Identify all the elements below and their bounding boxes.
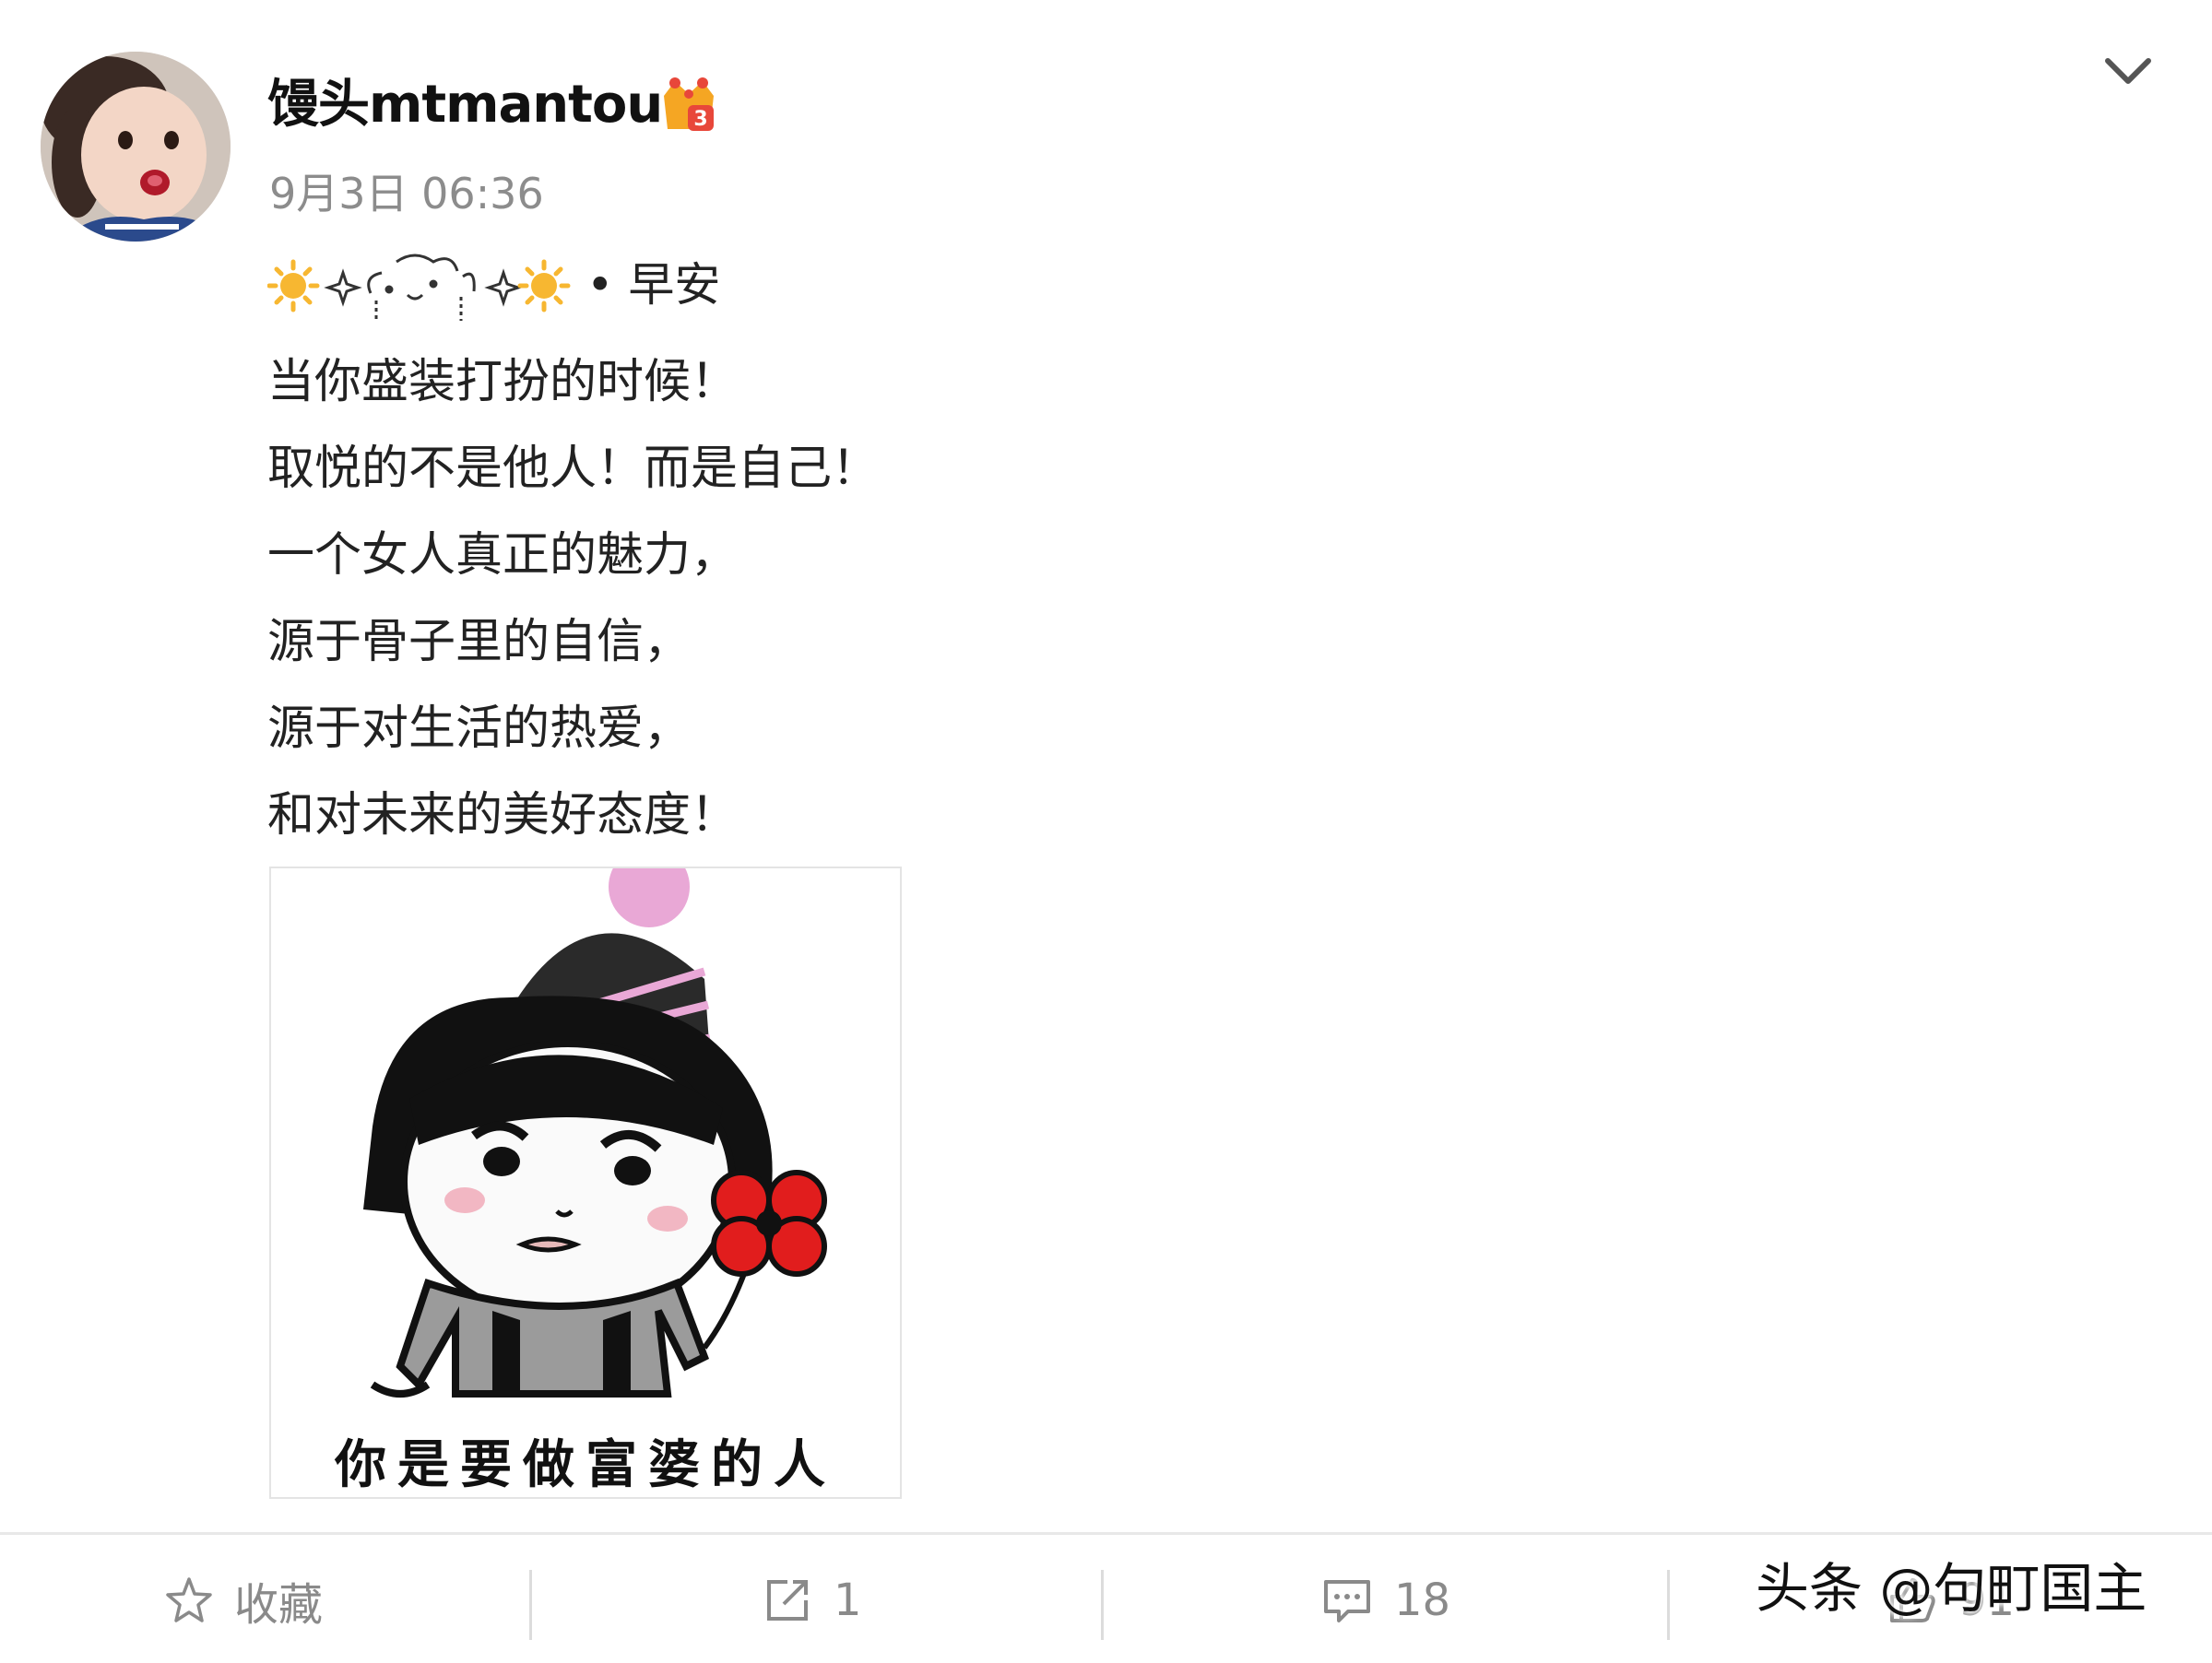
post-line: 取悦的不是他人！而是自己！ [267,442,880,496]
comment-count: 18 [1394,1575,1451,1626]
favorite-button[interactable]: 收藏 [164,1568,323,1633]
repost-button[interactable]: 1 [762,1568,862,1633]
kaomoji [367,254,476,321]
sun-icon [267,259,320,313]
username[interactable]: 馒头mtmantou [267,72,663,138]
post-body: 当你盛装打扮的时候！ 取悦的不是他人！而是自己！ 一个女人真正的魅力， 源于骨子… [267,339,879,859]
separator [529,1570,532,1640]
meme-illustration [363,868,827,1398]
sparkle-icon [484,268,523,307]
comment-button[interactable]: 18 [1320,1568,1450,1633]
star-icon [166,1577,212,1622]
image-caption: 你是要做富婆的人 [335,1435,836,1495]
weibo-post: 馒头mtmantou 3 9月3日 06:36 • 早安 当你盛装打扮的时候！ … [0,0,2212,1663]
repost-count: 1 [834,1575,862,1626]
greeting-text: • 早安 [586,258,721,312]
watermark: 头条 @句町国主 [1756,1557,2147,1620]
separator [1667,1570,1670,1640]
repost-icon [767,1580,808,1621]
sparkle-icon [324,268,362,307]
post-line: 一个女人真正的魅力， [267,528,739,583]
post-line: 源于骨子里的自信， [267,615,692,669]
post-line: 当你盛装打扮的时候！ [267,355,739,409]
post-line: 和对未来的美好态度！ [267,788,739,843]
post-line: 源于对生活的热爱， [267,702,692,756]
avatar[interactable] [41,52,231,242]
favorite-label: 收藏 [234,1579,324,1631]
svg-text:3: 3 [693,108,707,131]
sun-icon [517,259,571,313]
post-timestamp[interactable]: 9月3日 06:36 [269,166,544,221]
post-image[interactable]: 你是要做富婆的人 [269,867,902,1499]
comment-icon [1324,1580,1370,1622]
chevron-down-icon[interactable] [2102,52,2154,92]
separator [1101,1570,1104,1640]
vip-crown-icon: 3 [664,77,714,131]
